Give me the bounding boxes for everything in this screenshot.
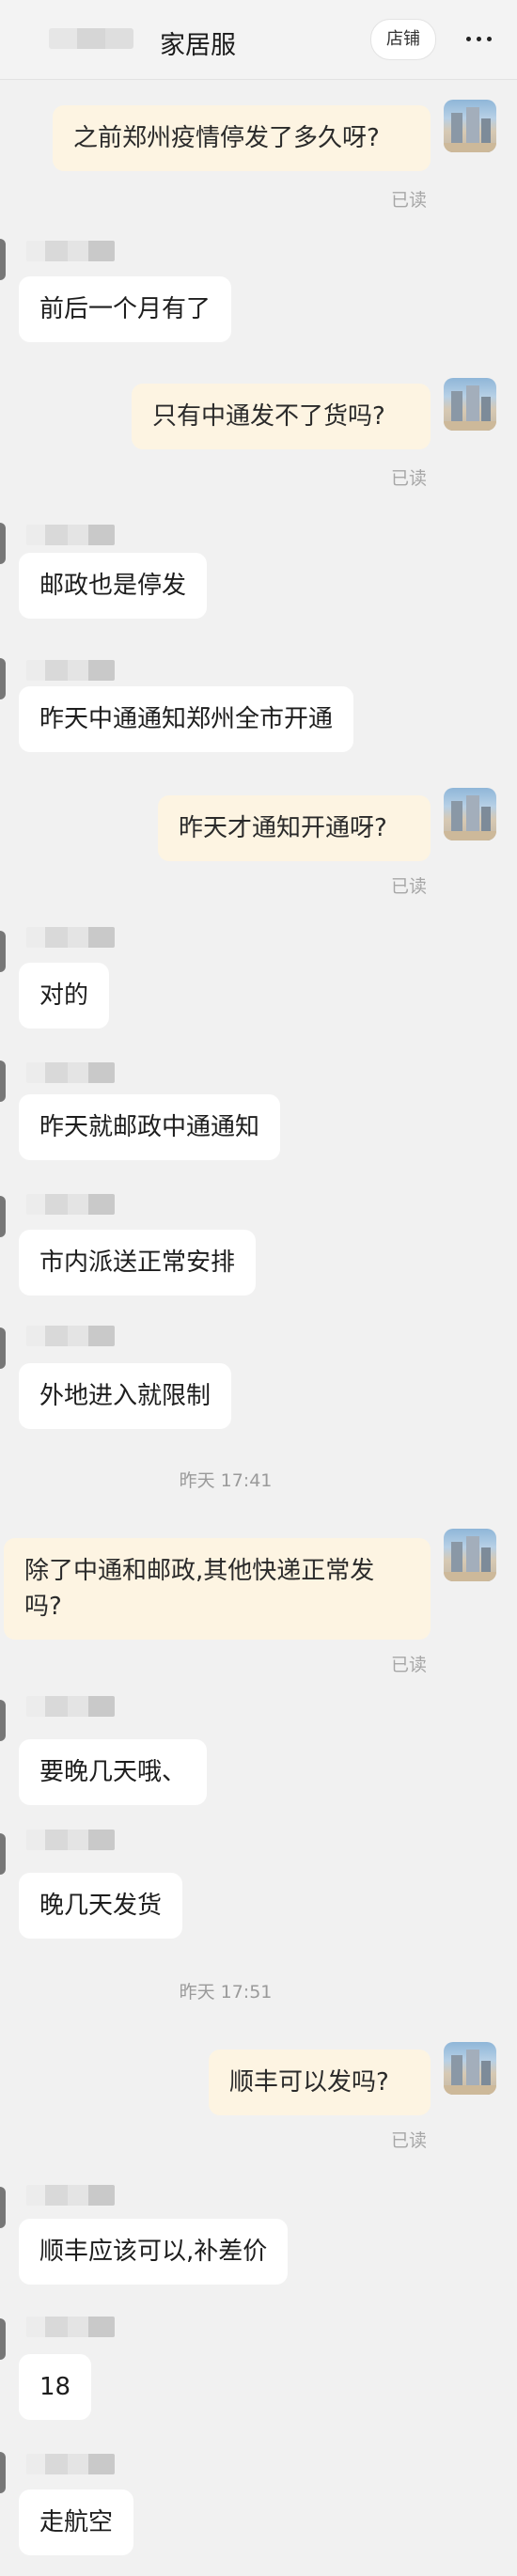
my-avatar[interactable] — [444, 100, 496, 152]
seller-name-blurred — [26, 1696, 115, 1717]
my-avatar[interactable] — [444, 2042, 496, 2095]
message-bubble-incoming[interactable]: 昨天就邮政中通通知 — [19, 1094, 281, 1160]
my-avatar[interactable] — [444, 1529, 496, 1581]
seller-name-blurred — [26, 927, 115, 948]
seller-name-blurred — [26, 241, 115, 261]
seller-name-blurred — [26, 1062, 115, 1083]
my-avatar[interactable] — [444, 788, 496, 840]
message-bubble-outgoing[interactable]: 只有中通发不了货吗? — [132, 384, 431, 449]
seller-avatar[interactable] — [0, 2452, 6, 2493]
message-bubble-outgoing[interactable]: 顺丰可以发吗? — [209, 2050, 431, 2115]
message-bubble-incoming[interactable]: 前后一个月有了 — [19, 276, 232, 342]
timestamp: 昨天 17:41 — [179, 1470, 273, 1491]
message-bubble-incoming[interactable]: 市内派送正常安排 — [19, 1230, 257, 1296]
seller-name-blurred — [26, 1830, 115, 1850]
seller-name-blurred — [26, 2317, 115, 2337]
message-bubble-outgoing[interactable]: 之前郑州疫情停发了多久呀? — [53, 105, 431, 171]
seller-avatar[interactable] — [0, 931, 6, 972]
seller-name-blurred — [26, 525, 115, 545]
seller-avatar[interactable] — [0, 239, 6, 280]
read-receipt: 已读 — [391, 1655, 428, 1675]
page-title: 家居服 — [160, 31, 236, 60]
seller-name-blurred — [26, 2185, 115, 2206]
seller-name-blurred — [26, 660, 115, 681]
seller-avatar[interactable] — [0, 2318, 6, 2360]
message-bubble-incoming[interactable]: 晚几天发货 — [19, 1873, 183, 1939]
read-receipt: 已读 — [391, 2130, 428, 2151]
contact-name-blurred — [49, 28, 133, 49]
seller-avatar[interactable] — [0, 1196, 6, 1237]
message-bubble-incoming[interactable]: 走航空 — [19, 2490, 134, 2555]
timestamp: 昨天 17:51 — [179, 1982, 273, 2003]
seller-avatar[interactable] — [0, 523, 6, 564]
seller-name-blurred — [26, 1326, 115, 1346]
message-bubble-incoming[interactable]: 顺丰应该可以,补差价 — [19, 2219, 289, 2285]
seller-avatar[interactable] — [0, 1700, 6, 1741]
message-bubble-incoming[interactable]: 邮政也是停发 — [19, 553, 208, 619]
message-bubble-incoming[interactable]: 对的 — [19, 963, 110, 1029]
seller-avatar[interactable] — [0, 1833, 6, 1875]
seller-avatar[interactable] — [0, 658, 6, 699]
shop-button[interactable]: 店铺 — [370, 19, 436, 60]
my-avatar[interactable] — [444, 378, 496, 431]
more-options-icon[interactable] — [461, 21, 502, 55]
read-receipt: 已读 — [391, 190, 428, 211]
seller-avatar[interactable] — [0, 2187, 6, 2228]
message-bubble-incoming[interactable]: 昨天中通通知郑州全市开通 — [19, 686, 354, 752]
message-bubble-incoming[interactable]: 外地进入就限制 — [19, 1363, 232, 1429]
message-bubble-outgoing[interactable]: 昨天才通知开通呀? — [158, 795, 431, 861]
seller-name-blurred — [26, 1194, 115, 1215]
seller-name-blurred — [26, 2454, 115, 2474]
read-receipt: 已读 — [391, 468, 428, 489]
message-bubble-incoming[interactable]: 要晚几天哦、 — [19, 1739, 208, 1805]
message-bubble-incoming[interactable]: 18 — [19, 2354, 92, 2420]
chat-header: 家居服 店铺 — [0, 0, 517, 80]
seller-avatar[interactable] — [0, 1327, 6, 1369]
read-receipt: 已读 — [391, 876, 428, 897]
message-bubble-outgoing[interactable]: 除了中通和邮政,其他快递正常发吗? — [4, 1538, 431, 1640]
seller-avatar[interactable] — [0, 1060, 6, 1102]
